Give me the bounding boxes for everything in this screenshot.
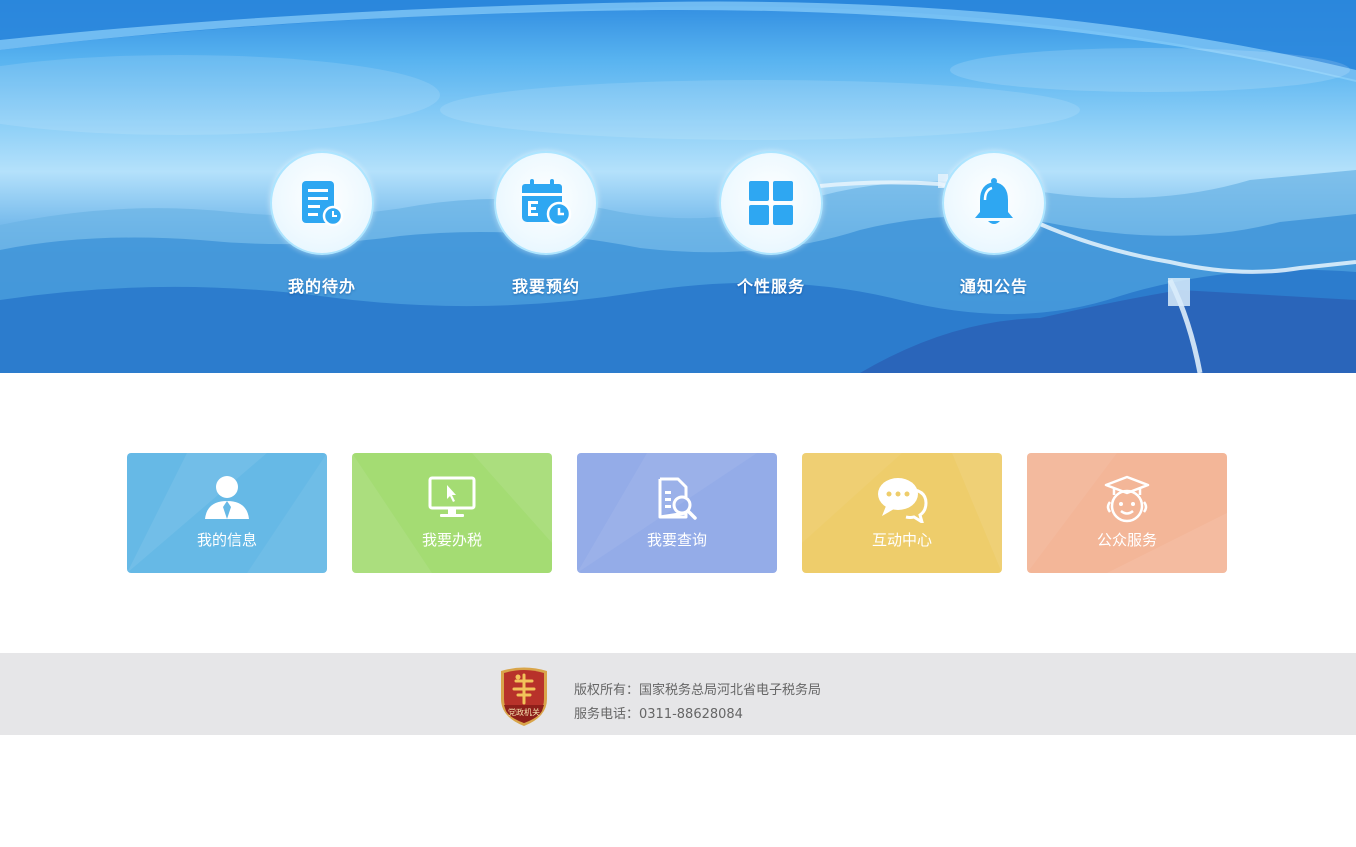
nav-notice[interactable]: 通知公告 — [942, 151, 1046, 297]
card-label[interactable]: 我要查询 — [577, 529, 777, 550]
card-label[interactable]: 我的信息 — [127, 529, 327, 550]
copyright-text: 版权所有：国家税务总局河北省电子税务局 — [574, 683, 822, 698]
footer: 党政机关 版权所有：国家税务总局河北省电子税务局 服务电话：0311-88628… — [0, 653, 1356, 735]
nav-personal-service[interactable]: 个性服务 — [719, 151, 823, 297]
card-tax-handling[interactable]: 我要办税 — [352, 453, 552, 573]
card-label[interactable]: 公众服务 — [1027, 529, 1227, 550]
document-search-icon — [658, 477, 697, 520]
calendar-appointment-icon — [522, 179, 572, 227]
nav-circle[interactable] — [942, 151, 1046, 255]
party-government-emblem-icon: 党政机关 — [501, 667, 547, 726]
chat-bubble-icon — [878, 478, 928, 523]
nav-appointment[interactable]: 我要预约 — [494, 151, 598, 297]
nav-circle[interactable] — [494, 151, 598, 255]
nav-label[interactable]: 个性服务 — [699, 273, 843, 297]
card-my-info[interactable]: 我的信息 — [127, 453, 327, 573]
todo-list-icon — [302, 181, 344, 227]
emblem-text: 党政机关 — [508, 707, 540, 717]
header-banner: 我的待办 我要预约 个性服务 通知公告 — [0, 0, 1356, 373]
card-label[interactable]: 互动中心 — [802, 529, 1002, 550]
card-public-service[interactable]: 公众服务 — [1027, 453, 1227, 573]
card-label[interactable]: 我要办税 — [352, 529, 552, 550]
user-icon — [205, 476, 249, 519]
great-wall-scenery — [0, 0, 1356, 373]
nav-my-todo[interactable]: 我的待办 — [270, 151, 374, 297]
nav-label[interactable]: 我的待办 — [250, 273, 394, 297]
bell-icon — [975, 178, 1013, 224]
grid-apps-icon — [749, 181, 793, 225]
card-interaction-center[interactable]: 互动中心 — [802, 453, 1002, 573]
service-phone-text: 服务电话：0311-88628084 — [574, 707, 743, 722]
card-query[interactable]: 我要查询 — [577, 453, 777, 573]
nav-circle[interactable] — [719, 151, 823, 255]
nav-label[interactable]: 通知公告 — [922, 273, 1066, 297]
nav-circle[interactable] — [270, 151, 374, 255]
customer-service-icon — [1104, 475, 1150, 523]
nav-label[interactable]: 我要预约 — [474, 273, 618, 297]
monitor-cursor-icon — [428, 476, 476, 517]
